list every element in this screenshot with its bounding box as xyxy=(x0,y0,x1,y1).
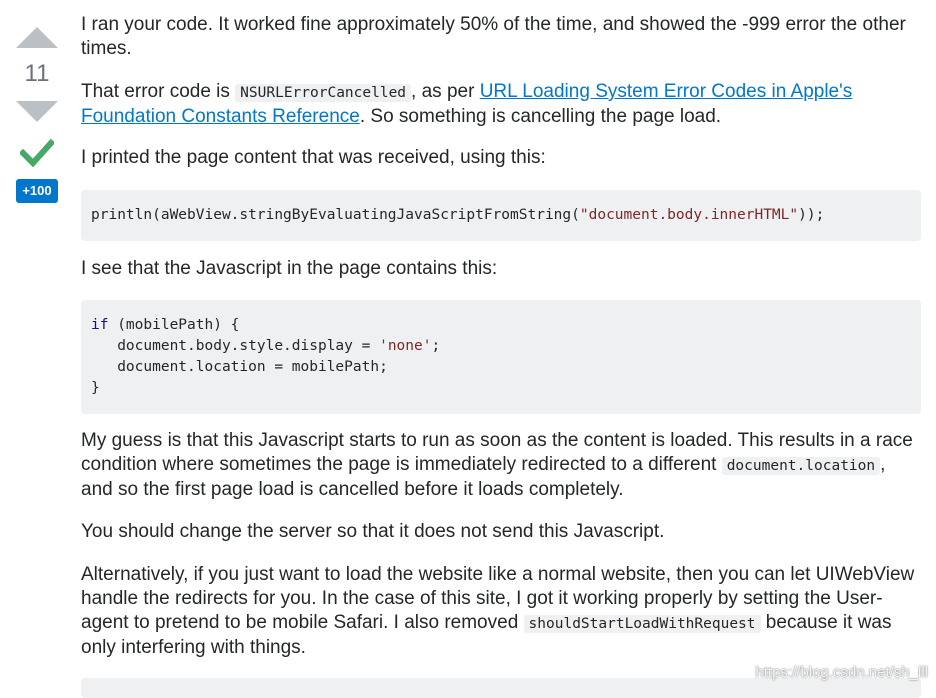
code-block: println(aWebView.stringByEvaluatingJavaS… xyxy=(81,190,921,241)
text: That error code is xyxy=(81,81,236,102)
vote-cell: 11 +100 xyxy=(0,0,74,203)
code-text: println(aWebView.stringByEvaluatingJavaS… xyxy=(91,207,580,223)
bounty-badge[interactable]: +100 xyxy=(16,179,58,203)
inline-code: document.location xyxy=(721,457,881,475)
code-text: (mobilePath) { xyxy=(108,317,240,333)
text: , as per xyxy=(411,81,480,102)
text: . So something is cancelling the page lo… xyxy=(359,106,722,127)
code-keyword: if xyxy=(91,317,109,333)
paragraph: Alternatively, if you just want to load … xyxy=(81,563,921,660)
code-text: ; xyxy=(431,338,441,354)
paragraph: I printed the page content that was rece… xyxy=(81,147,546,168)
code-text: )); xyxy=(798,207,825,223)
inline-code: shouldStartLoadWithRequest xyxy=(523,615,761,633)
arrow-down-icon[interactable] xyxy=(16,101,58,122)
code-block xyxy=(81,678,921,698)
code-block: if (mobilePath) { document.body.style.di… xyxy=(81,300,921,414)
code-text: document.body.style.display = xyxy=(91,338,380,354)
paragraph: I see that the Javascript in the page co… xyxy=(81,258,498,279)
watermark: https://blog.csdn.net/sh_lll xyxy=(755,664,928,681)
paragraph: My guess is that this Javascript starts … xyxy=(81,429,921,502)
code-text: document.location = mobilePath; xyxy=(91,359,388,375)
paragraph: I ran your code. It worked fine approxim… xyxy=(81,14,906,59)
arrow-up-icon[interactable] xyxy=(16,27,58,48)
vote-count: 11 xyxy=(24,60,50,87)
paragraph: That error code is NSURLErrorCancelled, … xyxy=(81,80,921,129)
paragraph: You should change the server so that it … xyxy=(81,521,665,542)
code-text: } xyxy=(91,380,100,396)
inline-code: NSURLErrorCancelled xyxy=(235,84,412,102)
code-string: "document.body.innerHTML" xyxy=(579,207,799,223)
checkmark-icon xyxy=(20,138,54,168)
code-string: 'none' xyxy=(379,338,432,354)
